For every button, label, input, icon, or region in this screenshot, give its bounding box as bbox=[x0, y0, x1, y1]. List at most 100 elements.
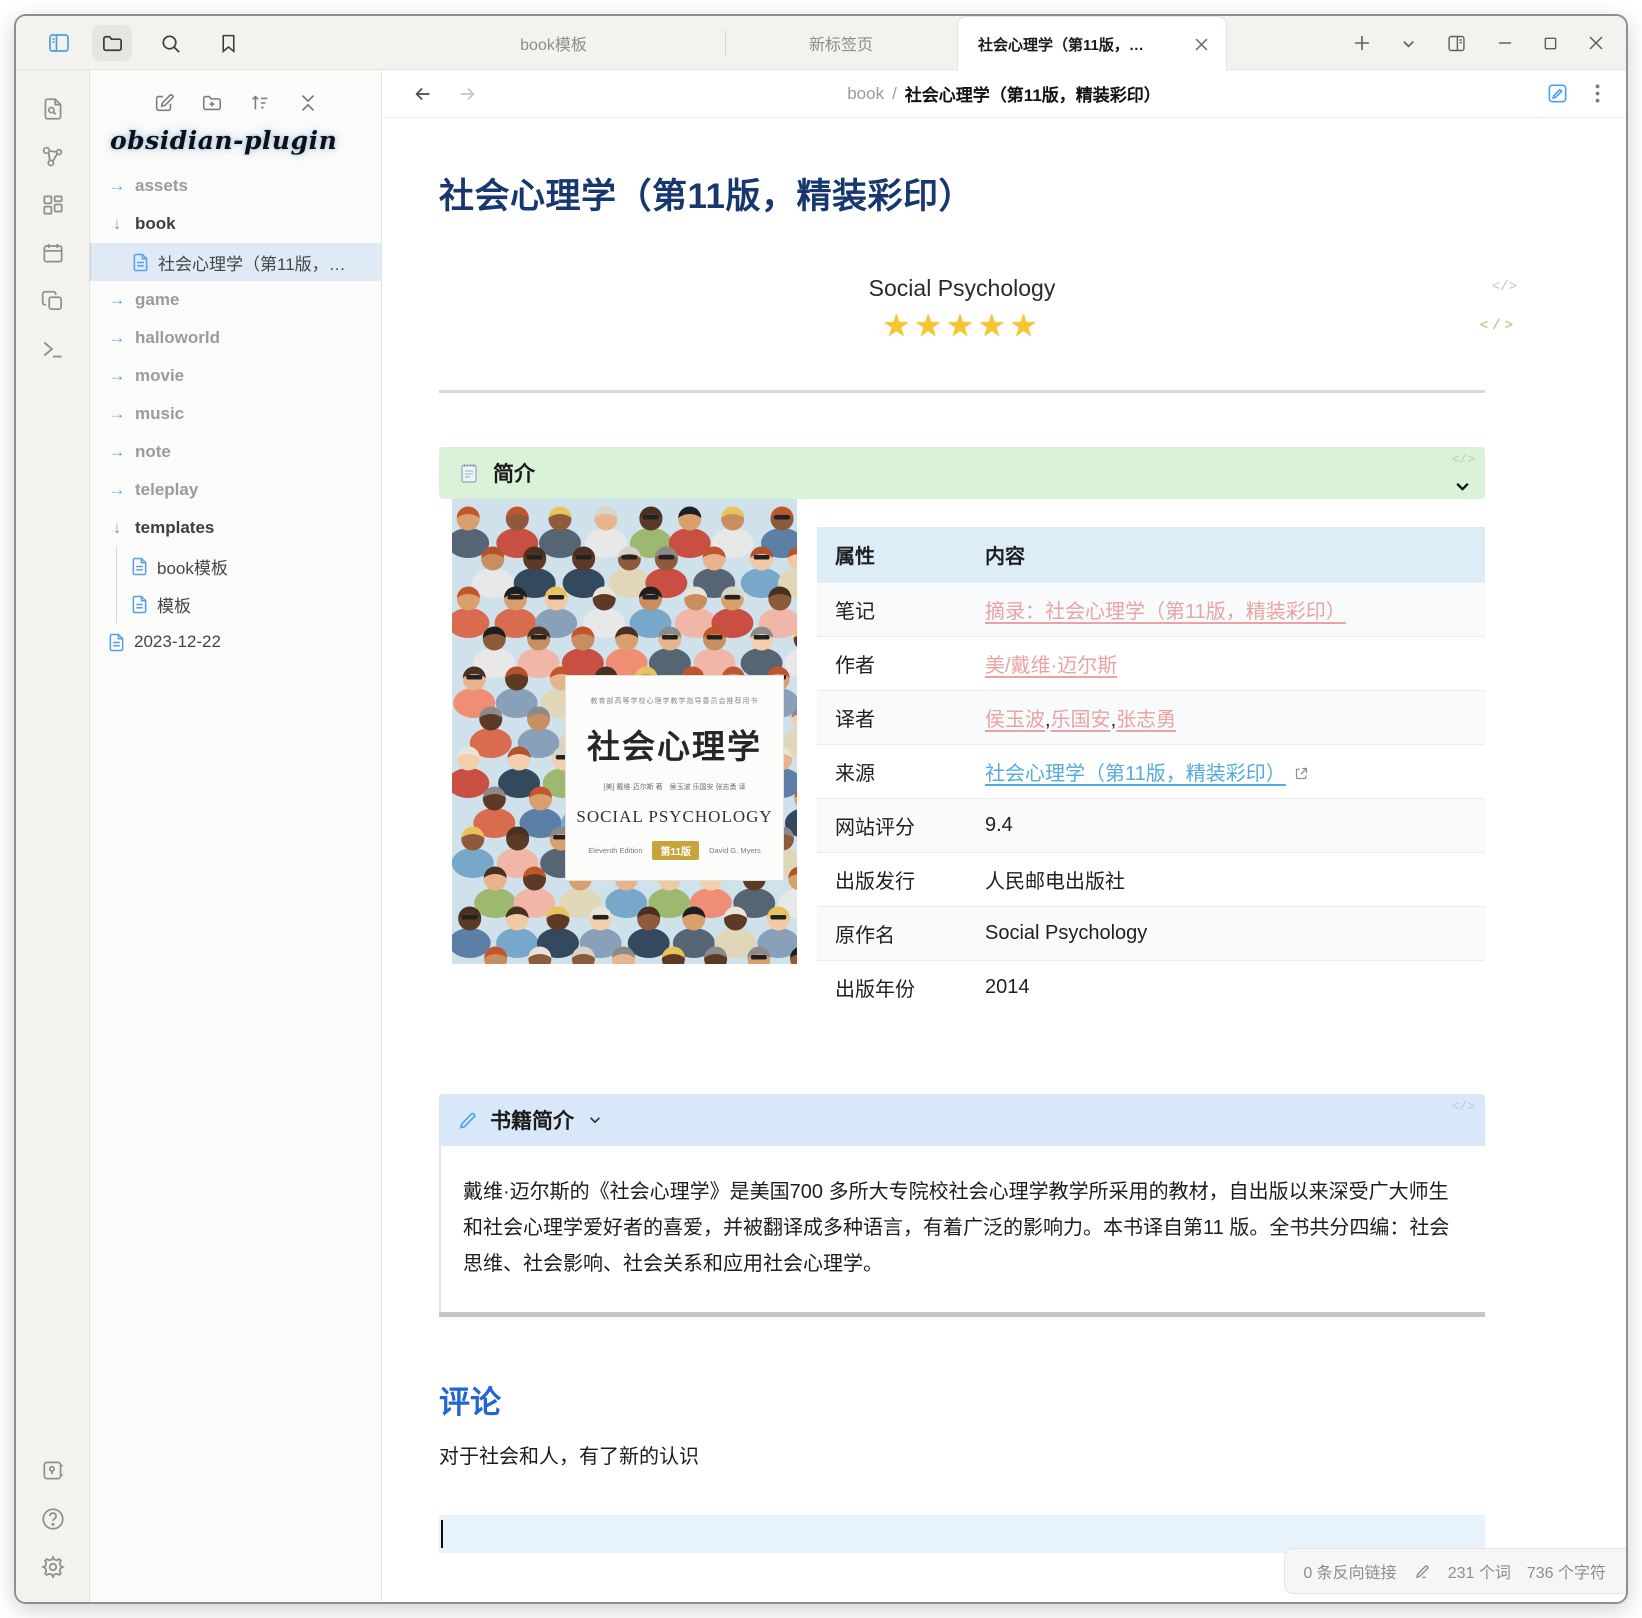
tab-list-chevron-icon[interactable] bbox=[1401, 36, 1416, 51]
cover-edition-badge: 第11版 bbox=[652, 841, 699, 860]
word-count[interactable]: 231 个词 bbox=[1448, 1559, 1511, 1583]
unresolved-link[interactable]: 张志勇 bbox=[1116, 709, 1176, 731]
tree-item-file-模板[interactable]: 模板 bbox=[117, 585, 381, 623]
tree-item-folder-book[interactable]: ↓book bbox=[90, 205, 381, 243]
tree-item-label: game bbox=[135, 290, 179, 310]
tab-active[interactable]: 社会心理学（第11版，… bbox=[957, 16, 1227, 71]
graph-icon[interactable] bbox=[40, 144, 66, 170]
tree-item-folder-note[interactable]: →note bbox=[90, 433, 381, 471]
folder-collapsed-arrow-icon: → bbox=[108, 290, 126, 310]
tree-item-folder-assets[interactable]: →assets bbox=[90, 167, 381, 205]
external-link[interactable]: 社会心理学（第11版，精装彩印） bbox=[985, 763, 1286, 785]
code-edit-icon[interactable]: </> bbox=[1452, 1099, 1475, 1114]
table-row: 笔记摘录：社会心理学（第11版，精装彩印） bbox=[817, 583, 1485, 637]
tab-label: 新标签页 bbox=[809, 31, 873, 55]
breadcrumb-folder[interactable]: book bbox=[847, 84, 884, 104]
canvas-icon[interactable] bbox=[40, 192, 66, 218]
settings-gear-icon[interactable] bbox=[40, 1554, 66, 1580]
external-link-icon bbox=[1294, 766, 1309, 781]
tab-close-icon[interactable] bbox=[1191, 36, 1212, 53]
unresolved-link[interactable]: 乐国安 bbox=[1051, 709, 1111, 731]
vault-title[interactable]: obsidian-plugin bbox=[90, 120, 381, 167]
property-value: 2014 bbox=[967, 961, 1485, 1015]
code-edit-icon[interactable]: </> bbox=[1452, 452, 1475, 467]
table-row: 来源社会心理学（第11版，精装彩印） bbox=[817, 745, 1485, 799]
cover-title: 社会心理学 bbox=[587, 720, 762, 768]
tab-book-template[interactable]: book模板 bbox=[382, 16, 725, 70]
table-row: 译者侯玉波,乐国安,张志勇 bbox=[817, 691, 1485, 745]
tree-item-folder-halloworld[interactable]: →halloworld bbox=[90, 319, 381, 357]
tree-item-folder-templates[interactable]: ↓templates bbox=[90, 509, 381, 547]
more-options-icon[interactable] bbox=[1595, 84, 1600, 103]
tab-new[interactable]: 新标签页 bbox=[726, 16, 956, 70]
property-value: 美/戴维·迈尔斯 bbox=[967, 637, 1485, 691]
new-note-icon[interactable] bbox=[153, 92, 175, 114]
tree-item-folder-movie[interactable]: →movie bbox=[90, 357, 381, 395]
new-tab-icon[interactable] bbox=[1353, 34, 1371, 52]
tree-item-file-2023-12-22[interactable]: 2023-12-22 bbox=[90, 623, 381, 661]
bookmark-icon[interactable] bbox=[208, 25, 248, 61]
breadcrumb-title[interactable]: 社会心理学（第11版，精装彩印） bbox=[905, 81, 1161, 106]
obsidian-window: book模板 新标签页 社会心理学（第11版，… bbox=[14, 14, 1628, 1604]
code-edit-icon[interactable]: </> bbox=[1480, 318, 1517, 334]
terminal-icon[interactable] bbox=[40, 336, 66, 362]
edit-mode-icon[interactable] bbox=[1546, 82, 1569, 105]
close-icon[interactable] bbox=[1588, 35, 1604, 51]
vault-switcher-icon[interactable] bbox=[40, 1458, 66, 1484]
pencil-icon bbox=[457, 1110, 478, 1131]
tree-item-folder-music[interactable]: →music bbox=[90, 395, 381, 433]
search-icon[interactable] bbox=[150, 25, 190, 61]
tree-item-folder-game[interactable]: → game bbox=[90, 281, 381, 319]
tree-item-file-book模板[interactable]: book模板 bbox=[117, 547, 381, 585]
unresolved-link[interactable]: 侯玉波 bbox=[985, 709, 1045, 731]
tab-label: book模板 bbox=[520, 31, 587, 55]
split-pane-icon[interactable] bbox=[1446, 33, 1467, 54]
divider bbox=[439, 1312, 1485, 1317]
property-label: 网站评分 bbox=[817, 799, 967, 853]
divider bbox=[439, 390, 1485, 393]
copy-icon[interactable] bbox=[40, 288, 66, 314]
cover-author-en: David G. Myers bbox=[709, 846, 761, 855]
chevron-down-icon[interactable] bbox=[588, 1113, 602, 1127]
files-icon[interactable] bbox=[92, 25, 132, 61]
table-row: 原作名Social Psychology bbox=[817, 907, 1485, 961]
text-cursor bbox=[441, 1520, 443, 1548]
breadcrumb: book / 社会心理学（第11版，精装彩印） bbox=[847, 81, 1161, 106]
property-value: Social Psychology bbox=[967, 907, 1485, 961]
property-label: 原作名 bbox=[817, 907, 967, 961]
file-search-icon[interactable] bbox=[40, 96, 66, 122]
calendar-icon[interactable] bbox=[40, 240, 66, 266]
tree-item-file-社会心理学第11版[interactable]: 社会心理学（第11版，… bbox=[90, 243, 381, 281]
nav-back-icon[interactable] bbox=[412, 83, 434, 105]
new-folder-icon[interactable] bbox=[201, 92, 223, 114]
char-count[interactable]: 736 个字符 bbox=[1527, 1559, 1606, 1583]
backlinks-count[interactable]: 0 条反向链接 bbox=[1303, 1559, 1396, 1583]
tree-item-folder-teleplay[interactable]: →teleplay bbox=[90, 471, 381, 509]
unresolved-link[interactable]: 摘录：社会心理学（第11版，精装彩印） bbox=[985, 601, 1346, 623]
window-controls bbox=[1353, 16, 1604, 70]
maximize-icon[interactable] bbox=[1543, 36, 1558, 51]
tree-item-label: assets bbox=[135, 176, 188, 196]
view-header: book / 社会心理学（第11版，精装彩印） bbox=[382, 70, 1626, 118]
tree-item-label: note bbox=[135, 442, 171, 462]
sort-icon[interactable] bbox=[249, 92, 271, 114]
document-icon bbox=[131, 557, 148, 576]
chevron-down-icon[interactable] bbox=[1454, 478, 1471, 495]
page-title: 社会心理学（第11版，精装彩印） bbox=[439, 168, 1485, 219]
notepad-icon bbox=[457, 461, 481, 485]
nav-forward-icon[interactable] bbox=[456, 83, 478, 105]
sidebar-toggle-icon[interactable] bbox=[44, 25, 74, 61]
unresolved-link[interactable]: 美/戴维·迈尔斯 bbox=[985, 655, 1117, 677]
edit-indicator-icon[interactable] bbox=[1413, 1562, 1432, 1581]
summary-callout-header[interactable]: 书籍简介 </> bbox=[439, 1094, 1485, 1146]
ribbon bbox=[16, 70, 90, 1602]
help-icon[interactable] bbox=[40, 1506, 66, 1532]
code-edit-icon[interactable]: </> bbox=[1492, 279, 1517, 295]
status-bar: 0 条反向链接 231 个词 736 个字符 bbox=[1284, 1548, 1626, 1594]
intro-section-header[interactable]: 简介 </> bbox=[439, 447, 1485, 499]
cover-badge-text: 教育部高等学校心理学教学指导委员会推荐用书 bbox=[591, 696, 759, 706]
minimize-icon[interactable] bbox=[1497, 35, 1513, 51]
table-row: 出版年份2014 bbox=[817, 961, 1485, 1015]
breadcrumb-separator: / bbox=[892, 84, 897, 104]
collapse-all-icon[interactable] bbox=[297, 92, 319, 114]
